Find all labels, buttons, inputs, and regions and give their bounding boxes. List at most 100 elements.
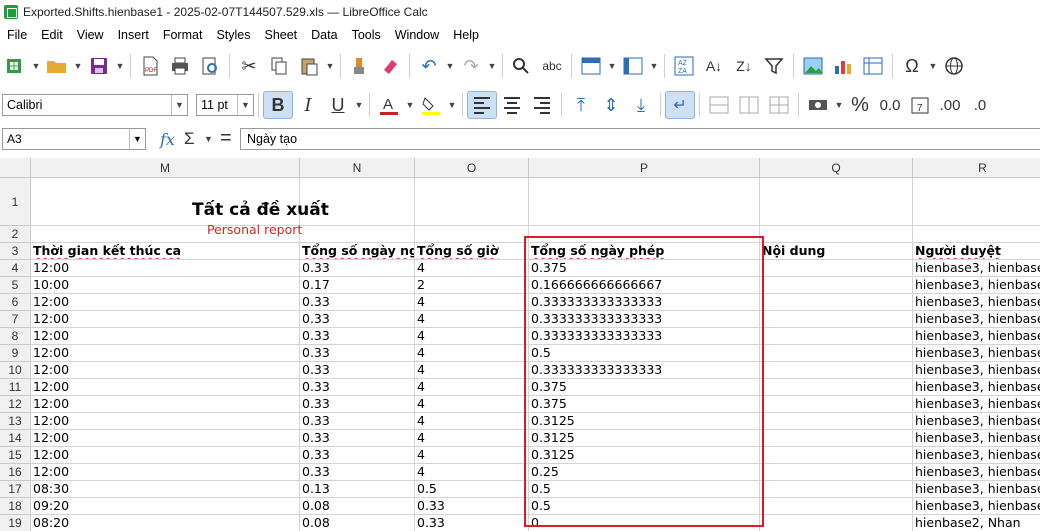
- cell-q11[interactable]: [760, 379, 913, 396]
- cell-m19[interactable]: 08:20: [31, 515, 300, 531]
- align-bottom-icon[interactable]: ⤓: [626, 91, 656, 119]
- cell-m14[interactable]: 12:00: [31, 430, 300, 447]
- save-dropdown-icon[interactable]: ▼: [114, 52, 126, 80]
- cell-r12[interactable]: hienbase3, hienbase: [913, 396, 1040, 413]
- cell-m4[interactable]: 12:00: [31, 260, 300, 277]
- copy-icon[interactable]: [264, 52, 294, 80]
- cell-q6[interactable]: [760, 294, 913, 311]
- cell-r6[interactable]: hienbase3, hienbase: [913, 294, 1040, 311]
- cell-m9[interactable]: 12:00: [31, 345, 300, 362]
- sum-dropdown-icon[interactable]: ▼: [204, 134, 213, 144]
- name-box-dropdown-icon[interactable]: ▼: [129, 129, 145, 149]
- header-cell-o[interactable]: Tổng số giờ: [415, 243, 529, 260]
- cell-r10[interactable]: hienbase3, hienbase: [913, 362, 1040, 379]
- cell-o6[interactable]: 4: [415, 294, 529, 311]
- cell-p11[interactable]: 0.375: [529, 379, 760, 396]
- cell-r8[interactable]: hienbase3, hienbase: [913, 328, 1040, 345]
- cell-p13[interactable]: 0.3125: [529, 413, 760, 430]
- font-name-combo[interactable]: Calibri ▼: [2, 94, 188, 116]
- column-header-p[interactable]: P: [529, 158, 760, 178]
- column-header-r[interactable]: R: [913, 158, 1040, 178]
- open-folder-icon[interactable]: [42, 52, 72, 80]
- unmerge-cells-icon[interactable]: [764, 91, 794, 119]
- align-middle-icon[interactable]: ⇕: [596, 91, 626, 119]
- cell-o13[interactable]: 4: [415, 413, 529, 430]
- insert-chart-icon[interactable]: [828, 52, 858, 80]
- cell-q1[interactable]: [760, 178, 913, 226]
- date-format-icon[interactable]: 7: [905, 91, 935, 119]
- underline-button[interactable]: U: [323, 91, 353, 119]
- delete-decimal-icon[interactable]: .0: [965, 91, 995, 119]
- bold-button[interactable]: B: [263, 91, 293, 119]
- cell-o7[interactable]: 4: [415, 311, 529, 328]
- cell-o4[interactable]: 4: [415, 260, 529, 277]
- row-header-14[interactable]: 14: [0, 430, 31, 447]
- cell-p15[interactable]: 0.3125: [529, 447, 760, 464]
- row-header-6[interactable]: 6: [0, 294, 31, 311]
- find-replace-icon[interactable]: [507, 52, 537, 80]
- row-header-12[interactable]: 12: [0, 396, 31, 413]
- font-color-button[interactable]: A: [374, 91, 404, 119]
- wrap-text-button[interactable]: ↵: [665, 91, 695, 119]
- column-icon[interactable]: [618, 52, 648, 80]
- cell-r1[interactable]: [913, 178, 1040, 226]
- cell-n2[interactable]: [300, 226, 415, 243]
- cell-n19[interactable]: 0.08: [300, 515, 415, 531]
- cell-n14[interactable]: 0.33: [300, 430, 415, 447]
- spreadsheet-grid[interactable]: M N O P Q R 1 2 3 4 5 6 7 8 9 10 11 12 13 14 15 16 17 18 19 Thời …: [0, 158, 1040, 531]
- cut-icon[interactable]: ✂: [234, 52, 264, 80]
- menu-file[interactable]: File: [0, 28, 34, 42]
- cell-q4[interactable]: [760, 260, 913, 277]
- cell-q5[interactable]: [760, 277, 913, 294]
- cell-p6[interactable]: 0.333333333333333: [529, 294, 760, 311]
- menu-styles[interactable]: Styles: [209, 28, 257, 42]
- cell-n16[interactable]: 0.33: [300, 464, 415, 481]
- currency-format-icon[interactable]: [803, 91, 833, 119]
- row-header-1[interactable]: 1: [0, 178, 31, 226]
- cell-m7[interactable]: 12:00: [31, 311, 300, 328]
- menu-data[interactable]: Data: [304, 28, 344, 42]
- cell-m15[interactable]: 12:00: [31, 447, 300, 464]
- cell-p8[interactable]: 0.333333333333333: [529, 328, 760, 345]
- cell-r5[interactable]: hienbase3, hienbase: [913, 277, 1040, 294]
- row-header-3[interactable]: 3: [0, 243, 31, 260]
- print-preview-icon[interactable]: [195, 52, 225, 80]
- cell-m10[interactable]: 12:00: [31, 362, 300, 379]
- cell-r9[interactable]: hienbase3, hienbase: [913, 345, 1040, 362]
- cell-p7[interactable]: 0.333333333333333: [529, 311, 760, 328]
- cell-p19[interactable]: 0: [529, 515, 760, 531]
- cell-r2[interactable]: [913, 226, 1040, 243]
- cell-r16[interactable]: hienbase3, hienbase: [913, 464, 1040, 481]
- row-header-13[interactable]: 13: [0, 413, 31, 430]
- menu-insert[interactable]: Insert: [111, 28, 156, 42]
- header-cell-p[interactable]: Tổng số ngày phép: [529, 243, 760, 260]
- row-header-2[interactable]: 2: [0, 226, 31, 243]
- cell-p12[interactable]: 0.375: [529, 396, 760, 413]
- currency-dropdown-icon[interactable]: ▼: [833, 91, 845, 119]
- row-header-10[interactable]: 10: [0, 362, 31, 379]
- font-size-dropdown-icon[interactable]: ▼: [237, 95, 253, 115]
- undo-dropdown-icon[interactable]: ▼: [444, 52, 456, 80]
- cell-o9[interactable]: 4: [415, 345, 529, 362]
- font-color-dropdown-icon[interactable]: ▼: [404, 91, 416, 119]
- percent-format-icon[interactable]: %: [845, 91, 875, 119]
- cell-q12[interactable]: [760, 396, 913, 413]
- cell-q7[interactable]: [760, 311, 913, 328]
- cell-n11[interactable]: 0.33: [300, 379, 415, 396]
- cell-r13[interactable]: hienbase3, hienbase: [913, 413, 1040, 430]
- cell-q15[interactable]: [760, 447, 913, 464]
- column-header-o[interactable]: O: [415, 158, 529, 178]
- row-header-4[interactable]: 4: [0, 260, 31, 277]
- cell-p16[interactable]: 0.25: [529, 464, 760, 481]
- font-size-combo[interactable]: 11 pt ▼: [196, 94, 254, 116]
- sort-descending-icon[interactable]: Z↓: [729, 52, 759, 80]
- cell-o11[interactable]: 4: [415, 379, 529, 396]
- cell-q18[interactable]: [760, 498, 913, 515]
- column-header-q[interactable]: Q: [760, 158, 913, 178]
- save-icon[interactable]: [84, 52, 114, 80]
- align-left-button[interactable]: [467, 91, 497, 119]
- cell-n5[interactable]: 0.17: [300, 277, 415, 294]
- cell-p2[interactable]: [529, 226, 760, 243]
- cell-m6[interactable]: 12:00: [31, 294, 300, 311]
- cell-q14[interactable]: [760, 430, 913, 447]
